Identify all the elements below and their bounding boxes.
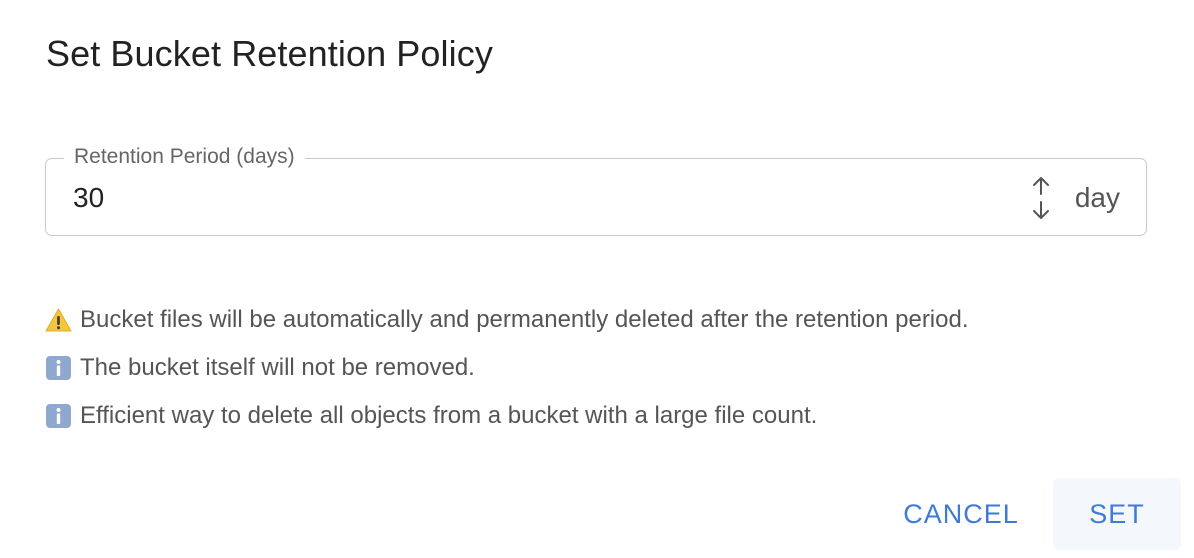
retention-period-label: Retention Period (days) <box>64 144 305 170</box>
note-item-info: The bucket itself will not be removed. <box>45 344 969 392</box>
warning-icon <box>45 307 72 333</box>
retention-period-input[interactable] <box>73 181 973 215</box>
info-icon <box>45 403 72 429</box>
dialog-title: Set Bucket Retention Policy <box>46 33 493 74</box>
note-item-warning: Bucket files will be automatically and p… <box>45 296 969 344</box>
note-text: Efficient way to delete all objects from… <box>80 402 818 429</box>
info-icon <box>45 355 72 381</box>
set-button[interactable]: SET <box>1053 478 1181 550</box>
retention-policy-dialog: Set Bucket Retention Policy Retention Pe… <box>0 0 1194 558</box>
retention-period-field[interactable]: Retention Period (days) day <box>45 144 1147 236</box>
note-text: Bucket files will be automatically and p… <box>80 306 969 333</box>
cancel-button[interactable]: CANCEL <box>888 478 1034 550</box>
note-item-info: Efficient way to delete all objects from… <box>45 392 969 440</box>
notes-list: Bucket files will be automatically and p… <box>45 296 969 440</box>
note-text: The bucket itself will not be removed. <box>80 354 475 381</box>
retention-unit-label: day <box>1074 182 1120 213</box>
stepper-arrows-icon[interactable] <box>1026 175 1056 221</box>
